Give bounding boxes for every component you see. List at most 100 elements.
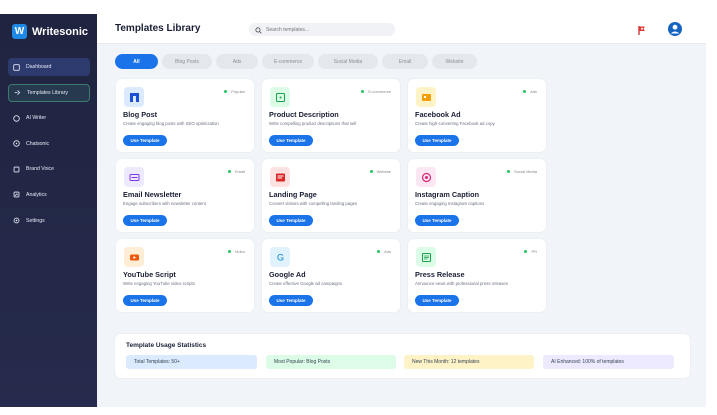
sidebar-item-label: Templates Library [27,89,68,96]
usage-statistics: Template Usage Statistics Total Template… [115,334,690,378]
card-description: Create high-converting Facebook ad copy [415,121,495,126]
user-avatar[interactable] [668,22,682,36]
analytics-icon [13,191,20,198]
template-card-email-newsletter[interactable]: Email Email Newsletter Engage subscribers … [116,159,254,232]
facebook-ad-icon [416,87,436,107]
stat-new-this-month: New This Month: 12 templates [404,355,534,369]
category-tag-label: Social Media [514,169,537,174]
status-dot [224,90,228,93]
status-dot [369,170,373,173]
use-template-button[interactable]: Use Template [415,295,459,306]
landing-page-icon [270,167,290,187]
search-bar[interactable] [249,23,395,36]
tab-website[interactable]: Website [432,54,477,69]
category-tabs: All Blog Posts Ads E-commerce Social Med… [115,54,477,69]
card-title: Blog Post [123,110,158,119]
template-card-product-description[interactable]: E-commerce Product Description Write compe… [262,79,400,152]
dashboard-icon [13,63,20,71]
template-card-blog-post[interactable]: Popular Blog Post Create engaging blog pos… [116,79,254,152]
category-tag: PR [524,249,537,254]
tab-social-media[interactable]: Social Media [318,54,378,69]
top-header: Templates Library [97,14,706,44]
sidebar-item-dashboard[interactable]: Dashboard [8,58,90,76]
settings-icon [13,217,20,224]
category-tag: Social Media [507,169,537,174]
card-description: Create engaging blog posts with SEO opti… [123,121,219,126]
press-release-icon [416,247,436,267]
sidebar-item-ai-writer[interactable]: AI Writer [8,109,90,127]
sidebar-item-templates-library[interactable]: Templates Library [8,83,90,102]
youtube-icon [124,247,144,267]
category-tag-label: Email [234,169,245,174]
sidebar-item-label: Analytics [26,191,47,198]
sidebar-nav: Dashboard Templates Library AI Writer Ch… [8,58,90,237]
template-card-facebook-ad[interactable]: Ads Facebook Ad Create high-converting Fac… [408,79,546,152]
user-icon [670,24,680,34]
category-tag-label: Ads [530,89,537,94]
tab-ads[interactable]: Ads [216,54,258,69]
sidebar-item-chatsonic[interactable]: Chatsonic [8,135,90,153]
category-tag: E-commerce [361,89,391,94]
tab-blog-posts[interactable]: Blog Posts [162,54,212,69]
sidebar-item-settings[interactable]: Settings [8,212,90,230]
use-template-button[interactable]: Use Template [269,135,313,146]
use-template-button[interactable]: Use Template [123,295,167,306]
use-template-button[interactable]: Use Template [415,135,459,146]
sidebar-item-label: Chatsonic [26,140,50,147]
category-tag: Ads [523,89,537,94]
main-content: Templates Library All Blog Posts Ads E-c… [97,14,706,407]
card-title: Facebook Ad [415,110,461,119]
stat-most-popular: Most Popular: Blog Posts [266,355,396,369]
sidebar-item-analytics[interactable]: Analytics [8,186,90,204]
card-title: Product Description [269,110,339,119]
writesonic-logo: W [12,24,27,39]
status-dot [507,170,511,173]
bottom-strip [0,407,717,415]
tab-e-commerce[interactable]: E-commerce [262,54,314,69]
brand[interactable]: W Writesonic [12,24,88,39]
use-template-button[interactable]: Use Template [415,215,459,226]
email-icon [124,167,144,187]
category-tag-label: Video [234,249,245,254]
card-title: Press Release [415,270,465,279]
category-tag: Ads [377,249,391,254]
svg-text:G: G [276,252,283,262]
search-input[interactable] [266,26,386,33]
use-template-button[interactable]: Use Template [269,215,313,226]
google-icon: G [270,247,290,267]
app-window: W Writesonic Dashboard Templates Library… [0,0,717,415]
stats-title: Template Usage Statistics [126,342,207,349]
notification-flag-icon[interactable] [637,23,647,35]
ai-writer-icon [13,114,20,122]
card-description: Create effective Google ad campaigns [269,281,343,286]
product-icon [270,87,290,107]
chat-icon [13,140,20,148]
template-card-youtube-script[interactable]: Video YouTube Script Write engaging YouTub… [116,239,254,312]
status-dot [377,250,381,253]
template-card-press-release[interactable]: PR Press Release Announce news with profes… [408,239,546,312]
category-tag-label: Popular [231,89,245,94]
card-description: Write compelling product descriptions th… [269,121,357,126]
use-template-button[interactable]: Use Template [123,215,167,226]
card-description: Convert visitors with compelling landing… [269,201,358,206]
page-title: Templates Library [115,23,201,34]
tab-email[interactable]: Email [382,54,428,69]
brand-voice-icon [13,166,20,173]
sidebar-item-brand-voice[interactable]: Brand Voice [8,160,90,178]
use-template-button[interactable]: Use Template [269,295,313,306]
template-card-google-ad[interactable]: G Ads Google Ad Create effective Google ad … [262,239,400,312]
card-title: Google Ad [269,270,306,279]
tab-all[interactable]: All [115,54,158,69]
template-card-landing-page[interactable]: Website Landing Page Convert visitors with… [262,159,400,232]
template-card-instagram-caption[interactable]: Social Media Instagram Caption Create enga… [408,159,546,232]
card-title: Landing Page [269,190,317,199]
category-tag-label: Ads [384,249,391,254]
status-dot [523,90,527,93]
status-dot [524,250,528,253]
stat-total-templates: Total Templates: 50+ [126,355,257,369]
sidebar-item-label: Settings [26,217,45,224]
instagram-icon [416,167,436,187]
use-template-button[interactable]: Use Template [123,135,167,146]
search-icon [255,21,262,39]
status-dot [227,250,231,253]
